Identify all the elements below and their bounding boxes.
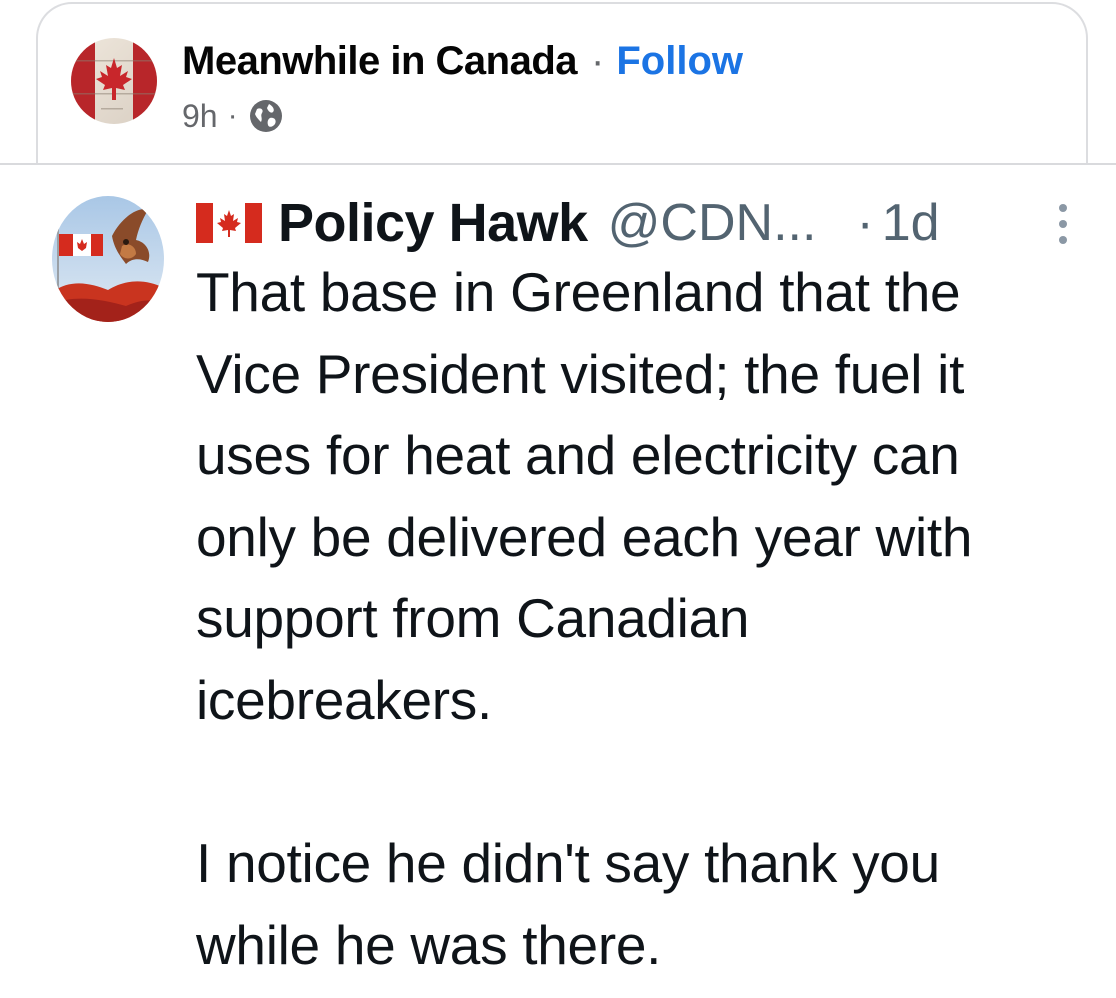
tweet-author-handle[interactable]: @CDN... (608, 193, 817, 253)
tweet-age[interactable]: 1d (882, 193, 940, 253)
screenshot-page: Meanwhile in Canada · Follow 9h · Policy… (0, 0, 1116, 998)
canada-flag-icon (196, 203, 262, 243)
page-avatar[interactable] (71, 38, 157, 124)
tweet-author-name[interactable]: Policy Hawk (278, 192, 588, 254)
vertical-dots-icon[interactable] (1054, 202, 1072, 246)
meta-separator: · (227, 99, 238, 132)
tweet-text: That base in Greenland that the Vice Pre… (196, 252, 1101, 986)
follow-button[interactable]: Follow (616, 39, 743, 84)
tweet-header: Policy Hawk @CDN... · 1d (196, 192, 1086, 254)
header-divider (0, 163, 1116, 165)
post-timestamp[interactable]: 9h (182, 98, 218, 135)
globe-icon[interactable] (248, 98, 284, 134)
tweet-paragraph-2: I notice he didn't say thank you while h… (196, 832, 940, 976)
page-name[interactable]: Meanwhile in Canada (182, 39, 578, 84)
post-meta-row: 9h · (182, 96, 284, 136)
tweet-separator: · (856, 194, 874, 252)
post-header-row: Meanwhile in Canada · Follow (182, 36, 743, 86)
tweet-paragraph-1: That base in Greenland that the Vice Pre… (196, 261, 973, 731)
hawk-flag-avatar (52, 196, 164, 322)
header-separator: · (591, 38, 605, 83)
tweet-author-avatar[interactable] (52, 196, 164, 322)
canada-maple-leaf-avatar (71, 38, 157, 124)
